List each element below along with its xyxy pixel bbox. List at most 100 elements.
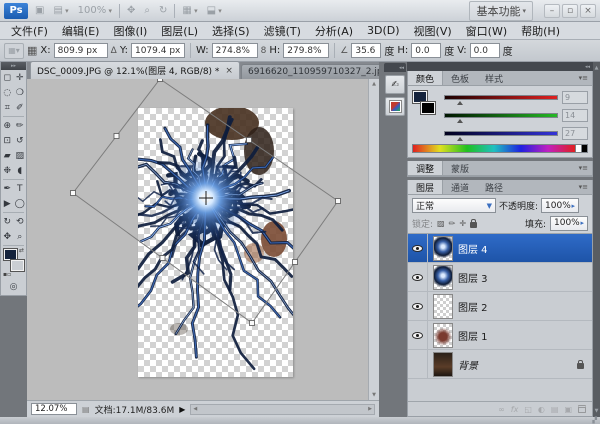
background-color-swatch[interactable]: [11, 260, 24, 271]
rectangular-marquee-tool[interactable]: ◻: [1, 70, 14, 85]
layer-thumbnail[interactable]: [433, 236, 453, 261]
quick-selection-tool[interactable]: ❍: [14, 85, 27, 100]
menu-item[interactable]: 视图(V): [407, 22, 459, 40]
tools-panel-header[interactable]: ▸▸: [1, 62, 26, 70]
hand-icon[interactable]: ✥: [125, 5, 137, 16]
new-layer-icon[interactable]: ▣: [564, 405, 572, 414]
history-brush-tool[interactable]: ↺: [14, 133, 27, 148]
move-tool[interactable]: ✛: [14, 70, 27, 85]
panel-tab[interactable]: 图层: [408, 180, 443, 194]
menu-item[interactable]: 图层(L): [154, 22, 205, 40]
panel-tab[interactable]: 通道: [443, 180, 477, 194]
visibility-toggle[interactable]: [408, 263, 428, 291]
swap-colors-icon[interactable]: ⇄: [19, 247, 24, 254]
panel-menu-icon[interactable]: ▾≡: [575, 71, 592, 85]
background-color-swatch[interactable]: [421, 102, 435, 114]
restore-button[interactable]: ▫: [562, 4, 578, 18]
lock-transparent-pixels-icon[interactable]: ▨: [437, 219, 445, 228]
dodge-tool[interactable]: ◖: [14, 163, 27, 178]
menu-item[interactable]: 编辑(E): [55, 22, 107, 40]
visibility-toggle[interactable]: [408, 350, 428, 378]
color-slider-track[interactable]: [444, 95, 558, 100]
lock-image-pixels-icon[interactable]: ✏: [449, 219, 456, 228]
vertical-scrollbar[interactable]: ▲▼: [368, 79, 379, 400]
zoom-percent-field[interactable]: 12.07%: [31, 403, 77, 415]
foreground-color-swatch[interactable]: [4, 249, 17, 260]
new-group-icon[interactable]: ▤: [551, 405, 559, 414]
rotate-view-icon[interactable]: ↻: [157, 5, 169, 16]
layer-style-icon[interactable]: fx: [511, 405, 519, 414]
color-value-field[interactable]: 9: [562, 91, 588, 104]
horizontal-scrollbar[interactable]: ◀▶: [190, 404, 375, 415]
menu-item[interactable]: 文件(F): [4, 22, 55, 40]
menu-item[interactable]: 帮助(H): [514, 22, 567, 40]
lock-position-icon[interactable]: ✛: [459, 219, 466, 228]
color-value-field[interactable]: 27: [562, 127, 588, 140]
color-slider-handle[interactable]: [457, 101, 463, 105]
panel-menu-icon[interactable]: ▾≡: [575, 180, 592, 194]
color-slider-track[interactable]: [444, 113, 558, 118]
blur-tool[interactable]: ❉: [1, 163, 14, 178]
add-mask-icon[interactable]: ◱: [524, 405, 532, 414]
default-colors-icon[interactable]: ▪▫: [3, 271, 11, 278]
angle-input[interactable]: 35.6: [351, 43, 381, 58]
height-input[interactable]: 279.8%: [283, 43, 329, 58]
close-icon[interactable]: ×: [225, 66, 233, 76]
minimize-button[interactable]: –: [544, 4, 560, 18]
menu-item[interactable]: 选择(S): [205, 22, 257, 40]
link-layers-icon[interactable]: ∞: [498, 405, 505, 414]
clone-stamp-tool[interactable]: ⊡: [1, 133, 14, 148]
panel-tab[interactable]: 调整: [408, 161, 443, 175]
panel-tab[interactable]: 蒙版: [443, 161, 477, 175]
panel-tab[interactable]: 路径: [477, 180, 511, 194]
hue-spectrum-bar[interactable]: [412, 144, 576, 153]
layer-row[interactable]: 图层 2: [408, 292, 592, 321]
view-extras-icon[interactable]: ▤: [51, 5, 70, 16]
panel-menu-icon[interactable]: ▾≡: [575, 161, 592, 175]
zoom-level-dropdown[interactable]: 100%: [76, 5, 114, 16]
lasso-tool[interactable]: ◌: [1, 85, 14, 100]
visibility-toggle[interactable]: [408, 321, 428, 349]
workspace-switcher[interactable]: 基本功能 ▾: [469, 1, 533, 21]
layer-name[interactable]: 图层 3: [458, 270, 488, 285]
screen-mode-icon[interactable]: ⬓: [205, 5, 224, 16]
color-ramp[interactable]: [408, 142, 592, 157]
color-value-field[interactable]: 14: [562, 109, 588, 122]
resize-grip[interactable]: ▞: [592, 417, 598, 424]
menu-item[interactable]: 滤镜(T): [257, 22, 308, 40]
width-input[interactable]: 274.8%: [212, 43, 258, 58]
visibility-toggle[interactable]: [408, 234, 428, 262]
layer-thumbnail[interactable]: [433, 352, 453, 377]
layer-name[interactable]: 背景: [458, 357, 478, 372]
eyedropper-tool[interactable]: ✐: [14, 100, 27, 115]
h-skew-input[interactable]: 0.0: [411, 43, 441, 58]
layer-row[interactable]: 图层 1: [408, 321, 592, 350]
history-brush-panel-icon[interactable]: ✍: [385, 75, 405, 94]
relative-position-icon[interactable]: Δ: [111, 46, 117, 56]
path-selection-tool[interactable]: ▶: [1, 196, 14, 211]
close-button[interactable]: ×: [580, 4, 596, 18]
tool-preset-picker[interactable]: ▦▾: [4, 43, 24, 59]
type-tool[interactable]: T: [14, 181, 27, 196]
adjustment-layer-icon[interactable]: ◐: [538, 405, 545, 414]
canvas-viewport[interactable]: ▲▼: [27, 79, 379, 400]
layer-thumbnail[interactable]: [433, 294, 453, 319]
x-input[interactable]: 809.9 px: [54, 43, 108, 58]
document-tab[interactable]: DSC_0009.JPG @ 12.1%(图层 4, RGB/8) * ×: [30, 61, 240, 79]
status-menu-arrow-icon[interactable]: ▶: [179, 405, 185, 414]
gradient-tool[interactable]: ▨: [14, 148, 27, 163]
layer-row[interactable]: 图层 4: [408, 234, 592, 263]
pen-tool[interactable]: ✒: [1, 181, 14, 196]
menu-item[interactable]: 分析(A): [308, 22, 360, 40]
styles-panel-icon[interactable]: [385, 97, 405, 116]
layer-row[interactable]: 背景: [408, 350, 592, 379]
zoom-tool[interactable]: ⌕: [14, 229, 27, 244]
visibility-toggle[interactable]: [408, 292, 428, 320]
menu-item[interactable]: 图像(I): [106, 22, 154, 40]
panel-tab[interactable]: 样式: [477, 71, 511, 85]
panel-tab[interactable]: 颜色: [408, 71, 443, 85]
brush-tool[interactable]: ✏: [14, 118, 27, 133]
bridge-icon[interactable]: ▣: [33, 5, 46, 16]
blend-mode-select[interactable]: 正常 ▼: [412, 198, 496, 213]
y-input[interactable]: 1079.4 px: [131, 43, 185, 58]
